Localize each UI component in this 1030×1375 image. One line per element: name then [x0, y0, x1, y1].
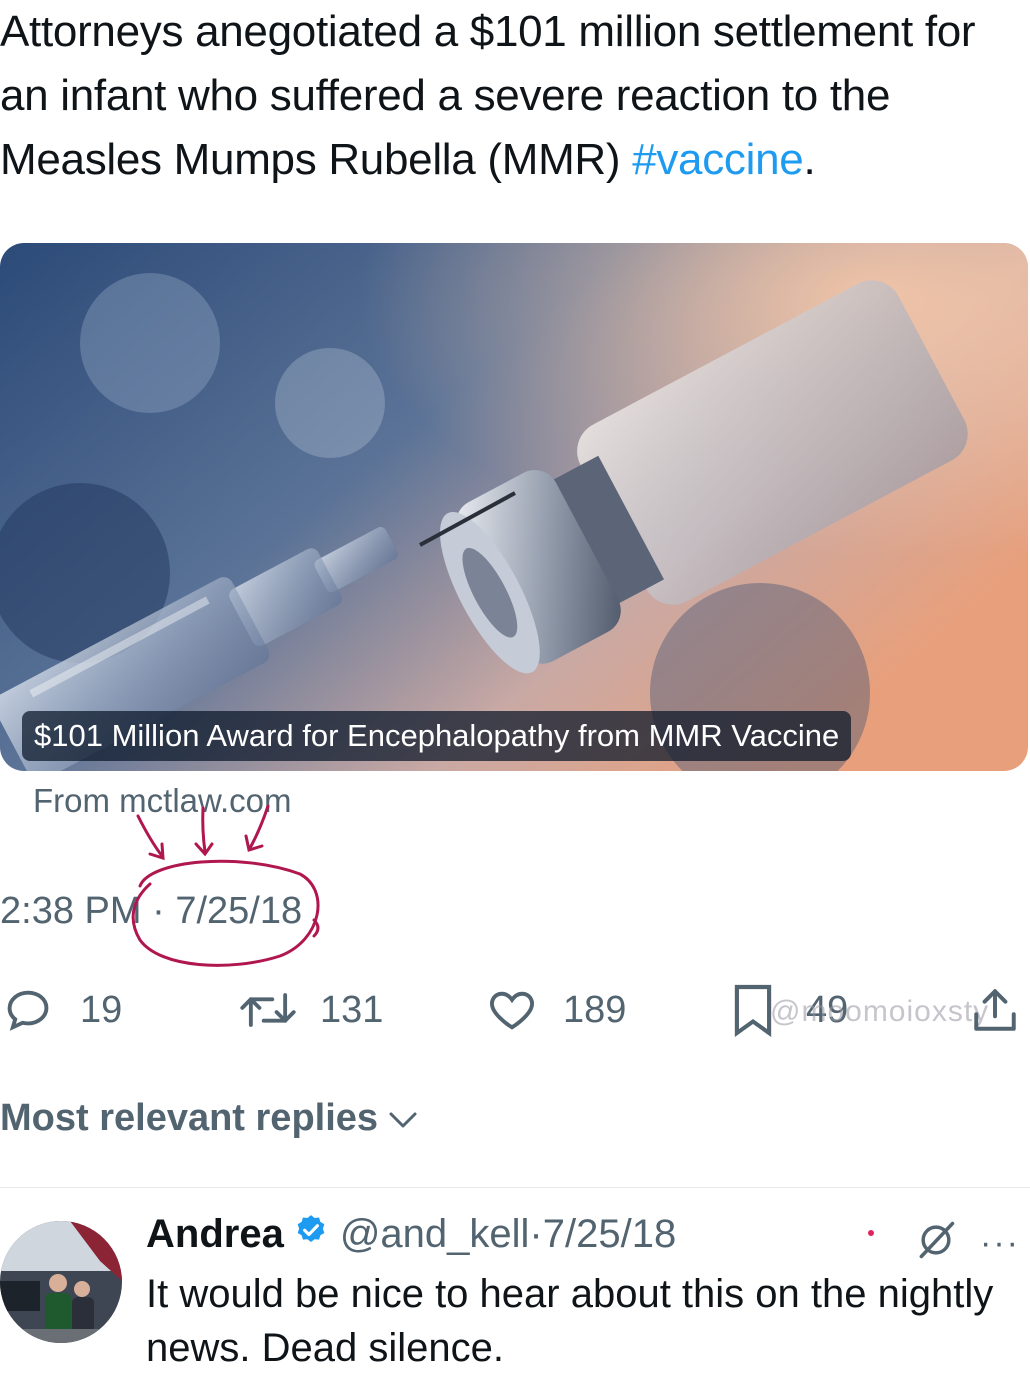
reply-handle[interactable]: @and_kell — [340, 1212, 530, 1257]
replies-sort-label: Most relevant replies — [0, 1097, 379, 1139]
reply-action[interactable]: 19 — [2, 982, 122, 1038]
avatar[interactable] — [0, 1221, 122, 1343]
like-count: 189 — [563, 988, 627, 1031]
tweet-body: Attorneys anegotiated a $101 million set… — [0, 7, 976, 184]
card-source[interactable]: From mctlaw.com — [33, 782, 292, 820]
tweet-time: 2:38 PM — [0, 890, 142, 932]
verified-badge-icon — [294, 1212, 328, 1257]
share-icon — [970, 983, 1020, 1037]
tweet-text: Attorneys anegotiated a $101 million set… — [0, 0, 1025, 192]
card-caption[interactable]: $101 Million Award for Encephalopathy fr… — [22, 711, 852, 761]
tweet-timestamp[interactable]: 2:38 PM · 7/25/18 — [0, 890, 302, 933]
reply-icon — [2, 984, 54, 1036]
more-options-icon[interactable]: ··· — [980, 1224, 1020, 1263]
hashtag-link[interactable]: #vaccine — [632, 135, 804, 184]
reply-date[interactable]: 7/25/18 — [543, 1212, 676, 1257]
heart-icon — [485, 984, 539, 1036]
reply-text: It would be nice to hear about this on t… — [146, 1272, 994, 1370]
divider — [0, 1187, 1030, 1188]
reply-count: 19 — [80, 988, 123, 1031]
timestamp-separator: · — [141, 890, 176, 932]
reply-author-name[interactable]: Andrea — [146, 1212, 284, 1257]
repost-count: 131 — [320, 988, 384, 1031]
link-card[interactable] — [0, 243, 1028, 771]
vaccine-photo — [0, 243, 1028, 771]
annotation-circle-arrows — [131, 804, 320, 967]
repost-icon — [238, 984, 298, 1036]
like-action[interactable]: 189 — [485, 982, 626, 1038]
tweet-date: 7/25/18 — [175, 890, 303, 932]
chevron-down-icon — [388, 1097, 418, 1140]
share-action[interactable] — [970, 982, 1020, 1038]
repost-action[interactable]: 131 — [238, 982, 383, 1038]
replies-sort-selector[interactable]: Most relevant replies — [0, 1097, 418, 1140]
reply-header: Andrea @and_kell · 7/25/18 — [146, 1212, 676, 1257]
red-dot — [868, 1230, 874, 1236]
grok-icon[interactable] — [914, 1218, 958, 1267]
reply-separator: · — [529, 1212, 543, 1256]
watermark: @moomoioxsty — [770, 995, 990, 1028]
tweet-end-punct: . — [803, 135, 816, 184]
